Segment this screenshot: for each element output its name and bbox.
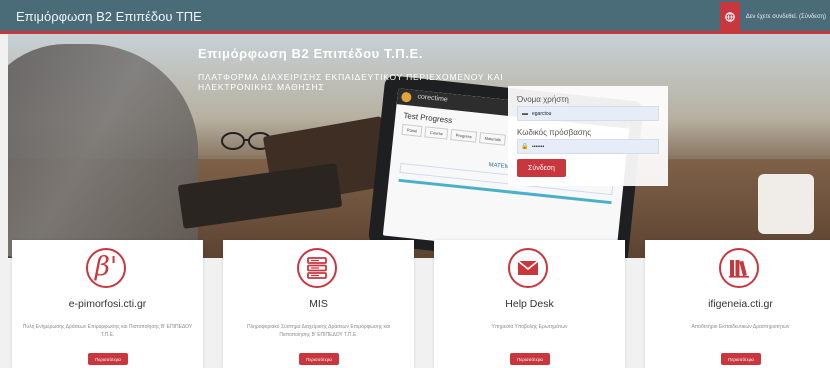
card-description: Υπηρεσία Υποβολής Ερωτημάτων (491, 324, 568, 330)
more-button[interactable]: Περισσότερα (88, 353, 128, 365)
login-panel: Όνομα χρήστη ▬ egarctou Κωδικός πρόσβαση… (508, 86, 668, 186)
card-description: Πληροφοριακό Σύστημα Διαχείρισης Δράσεων… (246, 324, 391, 338)
password-label: Κωδικός πρόσβασης (517, 128, 592, 137)
login-status-link[interactable]: Δεν έχετε συνδεθεί. (Σύνδεση) (746, 14, 826, 20)
more-button[interactable]: Περισσότερα (299, 353, 339, 365)
card-e-pimorfosi: β' e-pimorfosi.cti.gr Πύλη Ενημέρωσης Δρ… (12, 240, 203, 368)
person-image (8, 44, 198, 258)
globe-icon (724, 12, 735, 22)
card-title: MIS (309, 298, 328, 310)
tablet-brand: corectime (417, 93, 449, 104)
hero-subtitle: ΠΛΑΤΦΟΡΜΑ ΔΙΑΧΕΙΡΙΣΗΣ ΕΚΠΑΙΔΕΥΤΙΚΟΥ ΠΕΡΙ… (198, 72, 504, 92)
server-icon (297, 248, 337, 288)
tablet-logo-icon (400, 91, 412, 103)
card-title: ifigeneia.cti.gr (708, 298, 773, 310)
card-title: e-pimorfosi.cti.gr (68, 298, 147, 310)
password-value: ••••••• (532, 143, 545, 150)
language-menu-button[interactable] (719, 1, 740, 33)
tablet-tab: Progress (450, 129, 478, 143)
tablet-tab: Course (424, 126, 449, 140)
top-right-area: Δεν έχετε συνδεθεί. (Σύνδεση) (719, 0, 830, 34)
password-field[interactable]: 🔒 ••••••• (517, 139, 659, 154)
beta-icon: β' (86, 248, 126, 288)
envelope-icon (508, 248, 548, 288)
username-value: egarctou (532, 110, 552, 117)
user-card-icon: ▬ (522, 110, 528, 117)
card-mis: MIS Πληροφοριακό Σύστημα Διαχείρισης Δρά… (223, 240, 414, 368)
username-field[interactable]: ▬ egarctou (517, 106, 659, 121)
more-button[interactable]: Περισσότερα (510, 353, 550, 365)
username-label: Όνομα χρήστη (517, 95, 569, 104)
card-title: Help Desk (505, 298, 554, 310)
top-navbar: Επιμόρφωση Β2 Επιπέδου ΤΠΕ Δεν έχετε συν… (0, 0, 830, 34)
card-description: Πύλη Ενημέρωσης Δράσεων Επιμόρφωσης και … (22, 324, 193, 338)
hero-banner: corectime Test Progress Panel Course Pro… (8, 34, 830, 258)
login-button[interactable]: Σύνδεση (517, 159, 566, 177)
more-button[interactable]: Περισσότερα (721, 353, 761, 365)
tablet-tab: Materials (479, 132, 507, 146)
site-brand[interactable]: Επιμόρφωση Β2 Επιπέδου ΤΠΕ (16, 9, 202, 24)
card-help-desk: Help Desk Υπηρεσία Υποβολής Ερωτημάτων Π… (434, 240, 625, 368)
lock-icon: 🔒 (521, 144, 529, 150)
mug-image (758, 174, 814, 234)
tablet-tab: Panel (401, 123, 423, 137)
card-ifigeneia: ifigeneia.cti.gr Αποθετήριο Εκπαιδευτικώ… (645, 240, 830, 368)
hero-title: Επιμόρφωση Β2 Επιπέδου Τ.Π.Ε. (198, 46, 423, 61)
library-icon (719, 248, 759, 288)
services-cards: β' e-pimorfosi.cti.gr Πύλη Ενημέρωσης Δρ… (8, 240, 830, 368)
card-description: Αποθετήριο Εκπαιδευτικών Δραστηριοτήτων (691, 324, 790, 330)
